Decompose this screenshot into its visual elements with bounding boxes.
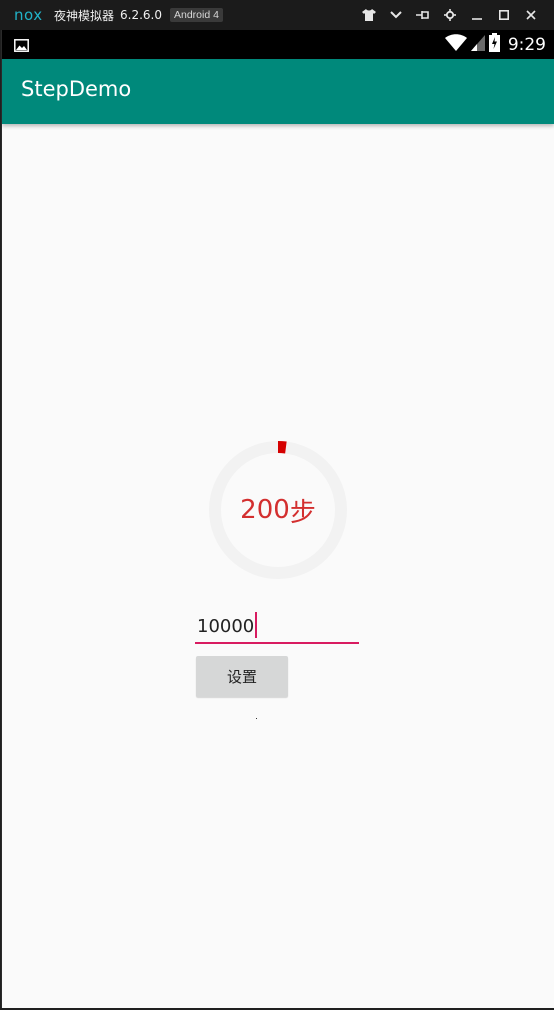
app-title: StepDemo [21, 77, 132, 101]
set-goal-button[interactable]: 设置 [196, 656, 288, 697]
step-count-value: 200 [240, 495, 290, 525]
android-version-badge: Android 4 [170, 8, 223, 22]
goal-steps-input[interactable]: 10000 [195, 608, 359, 644]
emulator-window-controls [355, 0, 544, 30]
step-count-unit: 步 [289, 497, 316, 528]
step-progress-ring: 200 步 [204, 436, 352, 584]
wifi-icon [444, 34, 467, 55]
close-icon[interactable] [517, 0, 544, 30]
emulator-version: 6.2.6.0 [120, 8, 162, 22]
app-toolbar: StepDemo [2, 59, 554, 124]
emulator-title: 夜神模拟器 [54, 8, 115, 23]
settings-icon[interactable] [436, 0, 463, 30]
status-time: 9:29 [507, 34, 546, 55]
battery-icon [488, 33, 500, 56]
goal-steps-text: 10000 [197, 616, 255, 637]
maximize-icon[interactable] [490, 0, 517, 30]
stray-pixel [256, 718, 257, 719]
text-cursor [255, 612, 258, 638]
minimize-icon[interactable] [463, 0, 490, 30]
emulator-title-bar: nox 夜神模拟器 6.2.6.0 Android 4 [0, 0, 554, 30]
pin-icon[interactable] [409, 0, 436, 30]
device-screen: 9:29 StepDemo 200 步 10000 设置 [1, 30, 554, 1008]
nox-logo: nox [14, 6, 43, 24]
goal-steps-value[interactable]: 10000 [197, 612, 258, 638]
signal-icon [470, 34, 485, 55]
image-notification-icon [14, 37, 29, 56]
step-count-label: 200 步 [204, 436, 352, 584]
dropdown-icon[interactable] [382, 0, 409, 30]
shirt-icon[interactable] [355, 0, 382, 30]
status-bar: 9:29 [2, 30, 554, 59]
status-icons: 9:29 [444, 30, 546, 59]
